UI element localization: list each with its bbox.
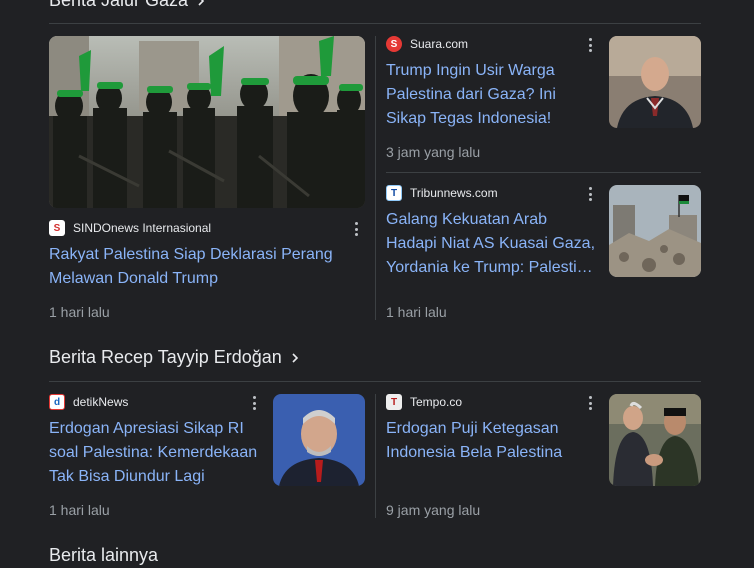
article-title[interactable]: Rakyat Palestina Siap Deklarasi Perang M… bbox=[49, 243, 359, 291]
tribunnews-favicon-icon: T bbox=[386, 185, 402, 201]
chevron-right-icon bbox=[198, 0, 205, 6]
more-options-icon[interactable] bbox=[588, 38, 592, 52]
section-title: Berita lainnya bbox=[49, 545, 159, 565]
section-title: Berita Jalur Gaza bbox=[49, 0, 189, 10]
article-title[interactable]: Erdogan Apresiasi Sikap RI soal Palestin… bbox=[49, 417, 263, 489]
detiknews-favicon-icon: d bbox=[49, 394, 65, 410]
article-time: 1 hari lalu bbox=[49, 502, 110, 518]
divider bbox=[386, 172, 701, 173]
source-name: Tribunnews.com bbox=[410, 186, 498, 200]
section-header-gaza[interactable]: Berita Jalur Gaza bbox=[49, 0, 206, 11]
article-image-erdogan[interactable] bbox=[273, 394, 365, 486]
source-detiknews[interactable]: d detikNews bbox=[49, 394, 128, 410]
section-header-erdogan[interactable]: Berita Recep Tayyip Erdoğan bbox=[49, 347, 300, 368]
source-suara[interactable]: S Suara.com bbox=[386, 36, 468, 52]
article-time: 1 hari lalu bbox=[386, 304, 447, 320]
sindonews-favicon-icon: S bbox=[49, 220, 65, 236]
tempo-favicon-icon: T bbox=[386, 394, 402, 410]
section-header-other[interactable]: Berita lainnya bbox=[49, 545, 158, 566]
article-image-handshake[interactable] bbox=[609, 394, 701, 486]
more-options-icon[interactable] bbox=[588, 187, 592, 201]
article-time: 3 jam yang lalu bbox=[386, 144, 481, 160]
suara-favicon-icon: S bbox=[386, 36, 402, 52]
source-sindonews[interactable]: S SINDOnews Internasional bbox=[49, 220, 211, 236]
divider bbox=[49, 23, 701, 24]
section-title: Berita Recep Tayyip Erdoğan bbox=[49, 347, 282, 367]
source-tribunnews[interactable]: T Tribunnews.com bbox=[386, 185, 498, 201]
article-time: 1 hari lalu bbox=[49, 304, 110, 320]
article-title[interactable]: Galang Kekuatan Arab Hadapi Niat AS Kuas… bbox=[386, 208, 602, 280]
more-options-icon[interactable] bbox=[252, 396, 256, 410]
article-title[interactable]: Trump Ingin Usir Warga Palestina dari Ga… bbox=[386, 59, 598, 131]
source-name: Tempo.co bbox=[410, 395, 463, 409]
article-title[interactable]: Erdogan Puji Ketegasan Indonesia Bela Pa… bbox=[386, 417, 598, 465]
source-name: SINDOnews Internasional bbox=[73, 221, 212, 235]
article-image-rubble[interactable] bbox=[609, 185, 701, 277]
article-image-official[interactable] bbox=[609, 36, 701, 128]
divider bbox=[375, 36, 376, 320]
chevron-right-icon bbox=[292, 352, 298, 363]
more-options-icon[interactable] bbox=[354, 222, 358, 236]
more-options-icon[interactable] bbox=[588, 396, 592, 410]
source-name: detikNews bbox=[73, 395, 129, 409]
source-name: Suara.com bbox=[410, 37, 469, 51]
article-time: 9 jam yang lalu bbox=[386, 502, 481, 518]
divider bbox=[49, 381, 701, 382]
article-image-militants[interactable] bbox=[49, 36, 365, 208]
source-tempo[interactable]: T Tempo.co bbox=[386, 394, 462, 410]
divider bbox=[375, 394, 376, 518]
